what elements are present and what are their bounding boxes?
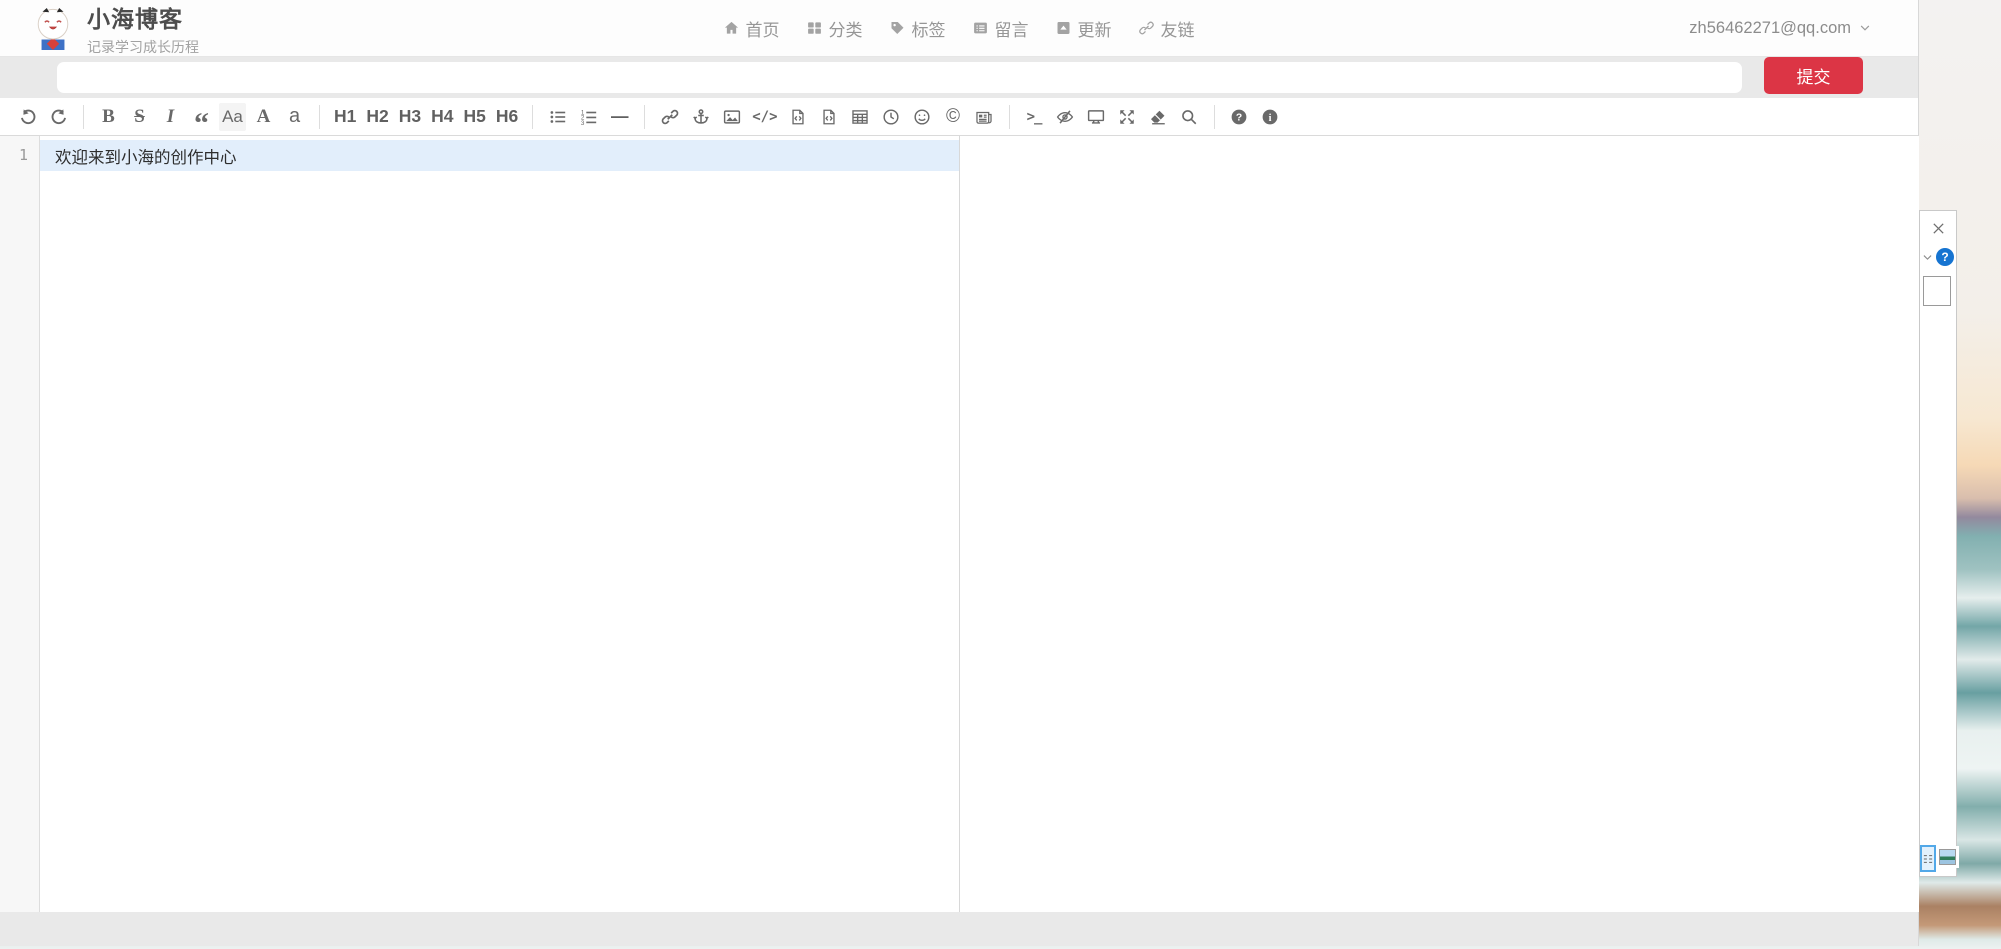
toolbar-help[interactable]: ? xyxy=(1226,103,1253,131)
caret-square-icon xyxy=(1056,20,1072,36)
popup-controls-row: ? xyxy=(1920,248,1956,266)
list-alt-icon xyxy=(973,20,989,36)
nav-label: 分类 xyxy=(829,16,863,41)
site-header: 小海博客 记录学习成长历程 首页 分类 标签 留言 更新 友链 zh56462271@qq… xyxy=(0,0,1918,57)
svg-text:?: ? xyxy=(1236,112,1242,123)
nav-item-home[interactable]: 首页 xyxy=(724,16,780,41)
nav-item-messages[interactable]: 留言 xyxy=(973,16,1029,41)
toolbar-datetime[interactable] xyxy=(878,103,905,131)
toolbar-search[interactable] xyxy=(1176,103,1203,131)
toolbar-reference-link[interactable] xyxy=(687,103,714,131)
home-icon xyxy=(724,20,740,36)
toolbar-pagebreak[interactable] xyxy=(971,103,998,131)
close-icon[interactable] xyxy=(1920,220,1956,237)
toolbar-fullscreen[interactable] xyxy=(1114,103,1141,131)
nav-label: 首页 xyxy=(746,16,780,41)
image-view-toggle-icon[interactable] xyxy=(1939,849,1956,865)
toolbar-table[interactable] xyxy=(847,103,874,131)
site-subtitle: 记录学习成长历程 xyxy=(87,37,199,57)
toolbar-undo[interactable] xyxy=(14,103,41,131)
toolbar-info[interactable]: i xyxy=(1257,103,1284,131)
toolbar-clear[interactable] xyxy=(1145,103,1172,131)
cat-avatar-icon xyxy=(32,6,74,50)
markdown-editor: 1 欢迎来到小海的创作中心 xyxy=(0,136,1919,912)
nav-label: 友链 xyxy=(1161,16,1195,41)
tag-icon xyxy=(890,20,906,36)
toolbar-image[interactable] xyxy=(718,103,745,131)
toolbar-h5-button[interactable]: H5 xyxy=(461,103,489,131)
markdown-input-pane[interactable]: 欢迎来到小海的创作中心 xyxy=(40,136,960,912)
submit-button[interactable]: 提交 xyxy=(1764,57,1863,94)
toolbar-h2-button[interactable]: H2 xyxy=(363,103,391,131)
toolbar-separator xyxy=(1009,105,1010,129)
toolbar-h6-button[interactable]: H6 xyxy=(493,103,521,131)
toolbar-preformatted-text[interactable] xyxy=(785,103,812,131)
nav-item-categories[interactable]: 分类 xyxy=(807,16,863,41)
toolbar-bold-button[interactable]: B xyxy=(95,103,122,131)
active-line[interactable]: 欢迎来到小海的创作中心 xyxy=(40,140,959,171)
toolbar-html-entities-button[interactable]: © xyxy=(940,103,967,131)
blog-editor-app: 小海博客 记录学习成长历程 首页 分类 标签 留言 更新 友链 zh56462271@qq… xyxy=(0,0,1919,946)
toolbar-uppercase-button[interactable]: A xyxy=(250,103,277,131)
svg-text:3: 3 xyxy=(581,119,585,125)
toolbar-separator xyxy=(83,105,84,129)
toolbar-words-capitalize-button[interactable]: Aa xyxy=(219,103,246,131)
toolbar-h1-button[interactable]: H1 xyxy=(331,103,359,131)
chain-icon xyxy=(1139,20,1155,36)
editor-line-text: 欢迎来到小海的创作中心 xyxy=(55,144,237,168)
toolbar-preview[interactable] xyxy=(1083,103,1110,131)
compose-bar: 提交 xyxy=(0,57,1918,98)
toolbar-code-block[interactable] xyxy=(816,103,843,131)
nav-label: 标签 xyxy=(912,16,946,41)
toolbar-separator xyxy=(1214,105,1215,129)
toolbar-emoji[interactable] xyxy=(909,103,936,131)
post-title-input[interactable] xyxy=(57,62,1742,93)
toolbar-goto-line-button[interactable]: >_ xyxy=(1021,103,1048,131)
user-menu[interactable]: zh56462271@qq.com xyxy=(1689,0,1872,56)
nav-item-updates[interactable]: 更新 xyxy=(1056,16,1112,41)
toolbar-redo[interactable] xyxy=(45,103,72,131)
popup-input[interactable] xyxy=(1923,276,1951,306)
side-popup: ? xyxy=(1919,210,1957,877)
editor-toolbar: BSI“AaAaH1H2H3H4H5H6123—</>©>_?i xyxy=(0,98,1918,136)
nav-item-links[interactable]: 友链 xyxy=(1139,16,1195,41)
toolbar-hr-button[interactable]: — xyxy=(606,103,633,131)
brand-block: 小海博客 记录学习成长历程 xyxy=(87,0,199,57)
toolbar-lowercase-button[interactable]: a xyxy=(281,103,308,131)
toolbar-watch[interactable] xyxy=(1052,103,1079,131)
toolbar-h3-button[interactable]: H3 xyxy=(396,103,424,131)
line-number: 1 xyxy=(0,140,39,171)
user-email: zh56462271@qq.com xyxy=(1689,19,1851,38)
th-large-icon xyxy=(807,20,823,36)
toolbar-separator xyxy=(319,105,320,129)
toolbar-separator xyxy=(532,105,533,129)
toolbar-link[interactable] xyxy=(656,103,683,131)
site-logo-avatar[interactable] xyxy=(32,6,74,50)
site-title[interactable]: 小海博客 xyxy=(87,0,199,34)
nav-label: 留言 xyxy=(995,16,1029,41)
toolbar-h4-button[interactable]: H4 xyxy=(428,103,456,131)
popup-chevron-down-icon[interactable] xyxy=(1921,251,1934,264)
toolbar-list-ol[interactable]: 123 xyxy=(575,103,602,131)
toolbar-quote-button[interactable]: “ xyxy=(188,103,215,131)
line-number-gutter: 1 xyxy=(0,136,40,912)
chevron-down-icon xyxy=(1858,21,1872,35)
svg-text:i: i xyxy=(1269,112,1272,123)
nav-label: 更新 xyxy=(1078,16,1112,41)
popup-view-toggles xyxy=(1920,845,1956,872)
popup-help-badge[interactable]: ? xyxy=(1936,248,1954,266)
toolbar-strikethrough-button[interactable]: S xyxy=(126,103,153,131)
toolbar-code-button[interactable]: </> xyxy=(749,103,780,131)
preview-pane xyxy=(960,136,1919,912)
toolbar-italic-button[interactable]: I xyxy=(157,103,184,131)
list-view-toggle-icon[interactable] xyxy=(1920,845,1936,872)
nav-item-tags[interactable]: 标签 xyxy=(890,16,946,41)
toolbar-separator xyxy=(644,105,645,129)
main-nav: 首页 分类 标签 留言 更新 友链 xyxy=(724,0,1195,56)
toolbar-list-ul[interactable] xyxy=(544,103,571,131)
